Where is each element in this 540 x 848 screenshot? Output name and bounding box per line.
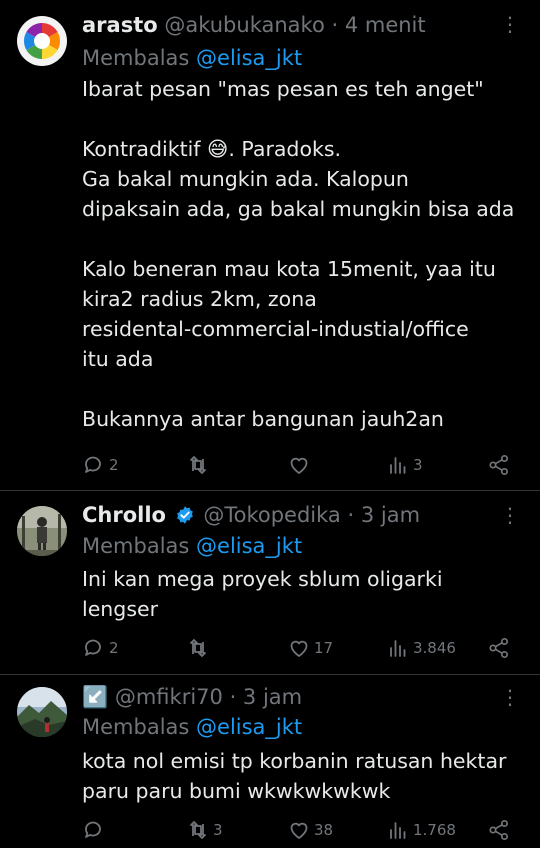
share-icon [489, 819, 509, 841]
avatar-image [17, 687, 67, 737]
text-line: lengser [82, 597, 159, 621]
avatar-image [17, 16, 67, 66]
repost-button[interactable] [186, 636, 213, 660]
reply-icon [85, 639, 101, 656]
text-line: kota nol emisi tp korbanin ratusan hekta… [82, 749, 507, 773]
handle[interactable]: @akubukanako [164, 13, 324, 37]
text-line: Ini kan mega proyek sblum oligarki [82, 567, 443, 591]
reply-to-link[interactable]: @elisa_jkt [196, 715, 302, 739]
heart-icon [290, 822, 308, 839]
reply-prefix: Membalas [82, 534, 190, 558]
views-count: 3.846 [413, 639, 456, 657]
display-name[interactable]: arasto [82, 13, 158, 37]
repost-icon [190, 456, 206, 474]
share-icon [489, 637, 509, 659]
avatar-image [17, 506, 67, 556]
repost-button[interactable] [186, 453, 213, 477]
action-bar: 2 17 3.846 [82, 636, 516, 662]
reply-button[interactable]: 2 [82, 636, 119, 660]
like-button[interactable] [287, 453, 314, 477]
handle[interactable]: @mfikri70 [115, 685, 223, 709]
repost-button[interactable]: 3 [186, 818, 223, 842]
repost-icon [190, 821, 206, 839]
display-name[interactable]: Chrollo [82, 503, 166, 527]
views-icon [390, 457, 406, 474]
views-count: 3 [413, 456, 423, 474]
reply-count: 2 [109, 639, 119, 657]
verified-badge-icon[interactable] [175, 505, 195, 525]
views-icon [390, 640, 406, 657]
timestamp[interactable]: · 3 jam [348, 503, 421, 527]
text-line: Ibarat pesan "mas pesan es teh anget" [82, 77, 484, 101]
text-line: dipaksain ada, ga bakal mungkin bisa ada [82, 197, 515, 221]
avatar[interactable] [17, 506, 67, 556]
like-button[interactable]: 38 [287, 818, 333, 842]
views-count: 1.768 [413, 821, 456, 839]
avatar[interactable] [17, 687, 67, 737]
tweet-mfikri70[interactable]: ↙️ @mfikri70 · 3 jam ⋮ Membalas @elisa_j… [0, 675, 540, 848]
reply-context: Membalas @elisa_jkt [82, 713, 302, 741]
tweet-arasto[interactable]: arasto @akubukanako · 4 menit ⋮ Membalas… [0, 0, 540, 491]
action-bar: 2 3 [82, 453, 516, 479]
reply-icon [85, 456, 101, 473]
reply-to-link[interactable]: @elisa_jkt [196, 46, 302, 70]
action-bar: 3 38 1.768 [82, 818, 516, 844]
reply-context: Membalas @elisa_jkt [82, 532, 302, 560]
reply-button[interactable] [82, 818, 109, 842]
text-line: Kontradiktif 😅. Paradoks. [82, 137, 342, 161]
text-line: Kalo beneran mau kota 15menit, yaa itu [82, 257, 496, 281]
reply-prefix: Membalas [82, 715, 190, 739]
reply-count: 2 [109, 456, 119, 474]
timestamp[interactable]: · 4 menit [331, 13, 425, 37]
text-line: kira2 radius 2km, zona [82, 287, 317, 311]
handle[interactable]: @Tokopedika [203, 503, 340, 527]
share-icon [489, 454, 509, 476]
like-count: 38 [314, 821, 334, 839]
views-button[interactable]: 1.768 [386, 818, 456, 842]
reply-button[interactable]: 2 [82, 453, 119, 477]
more-options-icon[interactable]: ⋮ [500, 14, 520, 34]
tweet-chrollo[interactable]: Chrollo @Tokopedika · 3 jam ⋮ Membalas @… [0, 491, 540, 675]
display-name[interactable]: ↙️ [82, 685, 108, 709]
text-line: itu ada [82, 347, 154, 371]
text-line: residental-commercial-industial/office [82, 317, 469, 341]
avatar[interactable] [17, 16, 67, 66]
text-line: Bukannya antar bangunan jauh2an [82, 407, 444, 431]
share-button[interactable] [487, 636, 511, 660]
reply-icon [85, 821, 101, 838]
more-options-icon[interactable]: ⋮ [500, 687, 520, 707]
text-line: Ga bakal mungkin ada. Kalopun [82, 167, 409, 191]
tweet-text: kota nol emisi tp korbanin ratusan hekta… [82, 746, 526, 806]
reply-to-link[interactable]: @elisa_jkt [196, 534, 302, 558]
repost-count: 3 [213, 821, 223, 839]
heart-icon [290, 640, 308, 657]
reply-context: Membalas @elisa_jkt [82, 44, 302, 72]
share-button[interactable] [487, 818, 511, 842]
reply-prefix: Membalas [82, 46, 190, 70]
more-options-icon[interactable]: ⋮ [500, 505, 520, 525]
like-count: 17 [314, 639, 334, 657]
views-button[interactable]: 3.846 [386, 636, 456, 660]
share-button[interactable] [487, 453, 511, 477]
heart-icon [290, 457, 308, 474]
tweet-text: Ini kan mega proyek sblum oligarki lengs… [82, 564, 526, 624]
views-icon [390, 822, 406, 839]
text-line: paru paru bumi wkwkwkwkwk [82, 779, 391, 803]
repost-icon [190, 639, 206, 657]
like-button[interactable]: 17 [287, 636, 333, 660]
tweet-text: Ibarat pesan "mas pesan es teh anget" Ko… [82, 74, 526, 434]
views-button[interactable]: 3 [386, 453, 423, 477]
timestamp[interactable]: · 3 jam [230, 685, 303, 709]
